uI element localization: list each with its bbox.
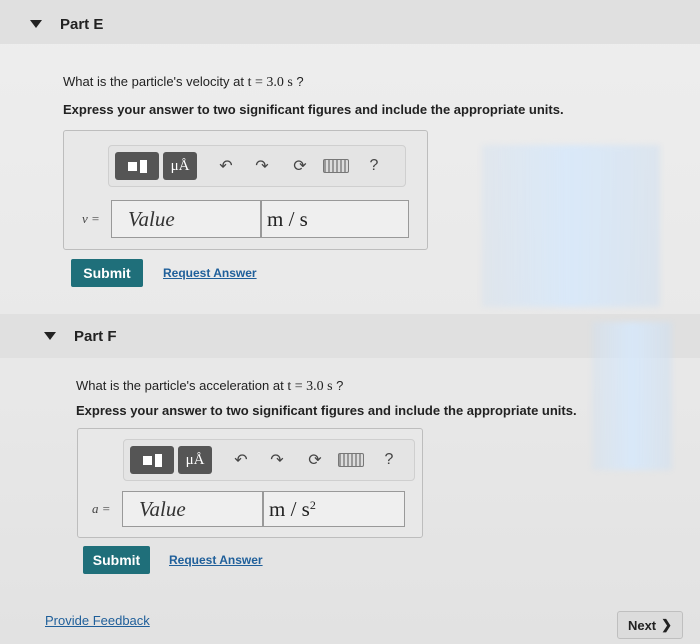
help-icon[interactable]: ? (376, 447, 402, 473)
part-e-unit-text: m / s (267, 206, 308, 231)
part-f-question-suffix: ? (332, 378, 344, 393)
undo-icon[interactable]: ↶ (213, 153, 239, 179)
reset-icon[interactable]: ⟳ (302, 447, 328, 473)
template-square-icon (142, 455, 152, 465)
part-e-unit-input[interactable]: m / s (261, 200, 409, 238)
part-e-question: What is the particle's velocity at t = 3… (63, 74, 304, 91)
templates-button[interactable] (115, 152, 159, 180)
part-e-header[interactable]: Part E (30, 6, 103, 42)
keyboard-icon[interactable] (323, 153, 349, 179)
part-e-variable-label: v = (82, 211, 100, 226)
part-e-instruction: Express your answer to two significant f… (63, 102, 564, 117)
part-f-question: What is the particle's acceleration at t… (76, 378, 343, 395)
redo-icon[interactable]: ↷ (249, 153, 275, 179)
template-square-icon (127, 161, 137, 171)
screen-glare (592, 322, 672, 470)
part-f-answer-box: μÅ ↶ ↷ ⟳ ? a = Value m / s2 (77, 428, 423, 538)
template-fraction-icon (139, 159, 147, 173)
part-f-title: Part F (74, 327, 117, 345)
part-f-toolbar: μÅ ↶ ↷ ⟳ ? (123, 439, 415, 481)
part-e-value-input[interactable]: Value (111, 200, 261, 238)
provide-feedback-link[interactable]: Provide Feedback (45, 613, 150, 628)
part-e-question-math: t = 3.0 s (247, 75, 293, 90)
part-f-question-math: t = 3.0 s (287, 379, 333, 394)
part-f-submit-button[interactable]: Submit (83, 546, 150, 574)
chevron-right-icon: ❯ (661, 617, 673, 632)
part-e-question-text: What is the particle's velocity at (63, 74, 248, 89)
part-e-submit-button[interactable]: Submit (71, 259, 143, 287)
undo-icon[interactable]: ↶ (228, 447, 254, 473)
help-icon[interactable]: ? (361, 153, 387, 179)
part-e-toolbar: μÅ ↶ ↷ ⟳ ? (108, 145, 406, 187)
part-e-question-suffix: ? (292, 74, 304, 89)
keyboard-shape (338, 453, 364, 467)
template-fraction-icon (154, 453, 162, 467)
part-f-unit-exponent: 2 (309, 497, 316, 512)
part-f-instruction: Express your answer to two significant f… (76, 403, 577, 418)
reset-icon[interactable]: ⟳ (287, 153, 313, 179)
part-f-variable-label: a = (92, 501, 111, 516)
part-f-question-text: What is the particle's acceleration at (76, 378, 288, 393)
units-button[interactable]: μÅ (163, 152, 197, 180)
part-e-answer-box: μÅ ↶ ↷ ⟳ ? v = Value m / s (63, 130, 428, 250)
templates-button[interactable] (130, 446, 174, 474)
units-button[interactable]: μÅ (178, 446, 212, 474)
screen-glare (482, 145, 660, 307)
redo-icon[interactable]: ↷ (264, 447, 290, 473)
next-label: Next (627, 617, 657, 633)
part-e-request-answer-link[interactable]: Request Answer (163, 266, 257, 280)
page: Part E What is the particle's velocity a… (0, 0, 700, 644)
part-f-request-answer-link[interactable]: Request Answer (169, 553, 263, 567)
next-button[interactable]: Next ❯ (617, 611, 683, 639)
collapse-triangle-icon (44, 332, 56, 340)
part-f-unit-input[interactable]: m / s2 (263, 491, 405, 527)
keyboard-icon[interactable] (338, 447, 364, 473)
part-f-unit-text: m / s (269, 496, 310, 521)
part-e-title: Part E (60, 15, 104, 33)
part-f-value-input[interactable]: Value (122, 491, 263, 527)
part-e-header-bar (0, 0, 700, 44)
keyboard-shape (323, 159, 349, 173)
collapse-triangle-icon (30, 20, 42, 28)
part-f-header[interactable]: Part F (44, 318, 117, 354)
